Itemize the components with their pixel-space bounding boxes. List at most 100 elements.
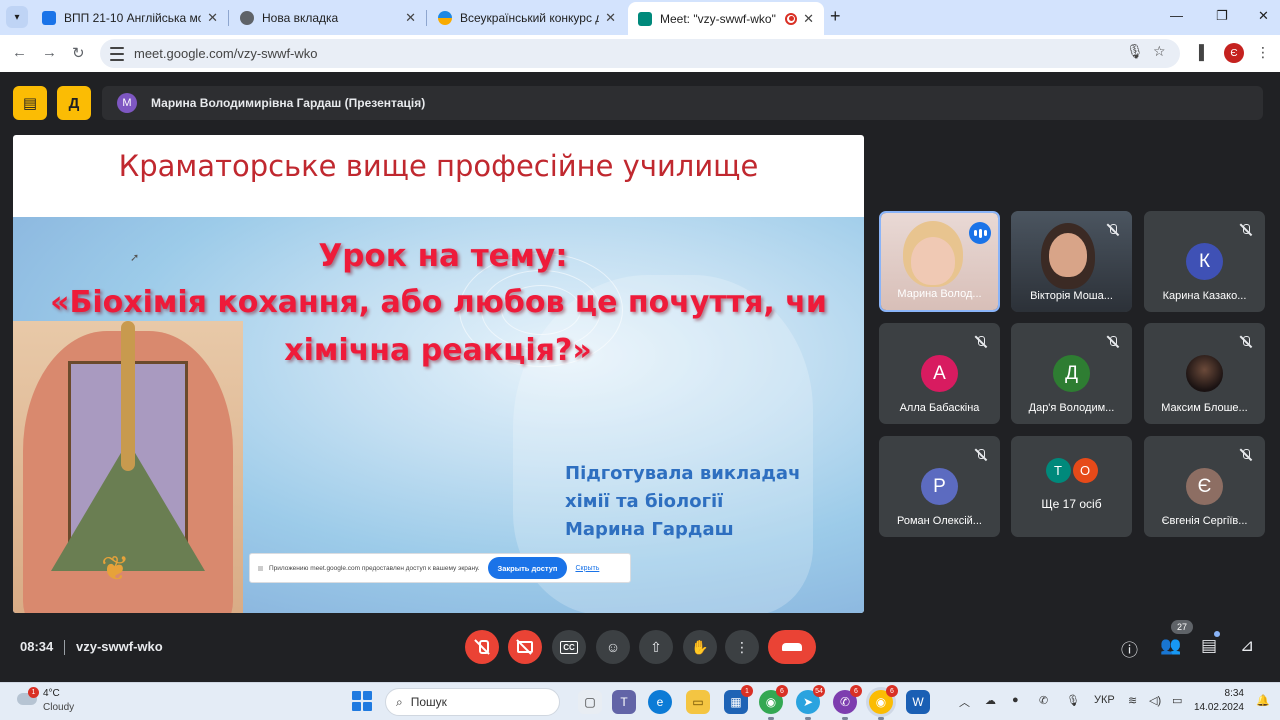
reactions-button[interactable]: ☺: [596, 630, 630, 664]
stop-presenting-icon[interactable]: ▤: [13, 86, 47, 120]
stop-sharing-button[interactable]: Закрыть доступ: [487, 557, 568, 579]
participant-tile[interactable]: Марина Волод...: [879, 211, 1000, 312]
participant-tile[interactable]: Д Дар'я Володим...: [1011, 323, 1132, 424]
close-icon[interactable]: ✕: [605, 10, 616, 26]
chrome-tray-icon[interactable]: ●: [1012, 694, 1019, 706]
tab-search-button[interactable]: ▾: [6, 6, 28, 28]
volume-icon[interactable]: ◁): [1149, 694, 1161, 707]
microphone-toggle[interactable]: [465, 630, 499, 664]
tab-new-tab[interactable]: Нова вкладка ✕: [230, 3, 426, 32]
participant-avatar: К: [1186, 243, 1223, 280]
more-vert-icon: ⋮: [735, 638, 749, 655]
participant-tile[interactable]: Є Євгенія Сергіїв...: [1144, 436, 1265, 537]
back-icon[interactable]: ←: [12, 44, 27, 61]
bookmark-star-icon[interactable]: ☆: [1153, 43, 1166, 60]
people-icon[interactable]: 👥: [1160, 636, 1181, 656]
leave-call-button[interactable]: [768, 630, 816, 664]
layout-icon[interactable]: Д: [57, 86, 91, 120]
mic-off-icon: [476, 639, 489, 655]
weather-temperature[interactable]: 4°C: [43, 688, 60, 699]
more-participants-label: Ще 17 осіб: [1041, 497, 1102, 511]
wifi-icon[interactable]: ≋: [1128, 694, 1137, 707]
close-window-icon[interactable]: ✕: [1258, 8, 1269, 24]
word-icon[interactable]: W: [906, 690, 930, 714]
chrome-active-icon[interactable]: ◉ 6: [869, 685, 898, 720]
presenter-avatar: М: [117, 93, 137, 113]
microphone-icon[interactable]: 🎙: [1126, 43, 1144, 60]
camera-off-icon: [517, 641, 533, 653]
telegram-icon[interactable]: ➤ 54: [796, 685, 825, 720]
activities-icon[interactable]: ⊿: [1240, 636, 1254, 656]
close-icon[interactable]: ✕: [803, 11, 814, 27]
battery-icon[interactable]: ▭: [1172, 694, 1182, 707]
tab-contest[interactable]: Всеукраїнський конкурс до М ✕: [428, 3, 626, 32]
edge-icon[interactable]: e: [648, 690, 672, 714]
address-bar[interactable]: meet.google.com/vzy-swwf-wko: [100, 39, 1180, 68]
system-time[interactable]: 8:34: [1196, 688, 1244, 699]
tab-meet[interactable]: Meet: "vzy-swwf-wko" ✕: [628, 2, 824, 35]
minimize-icon[interactable]: —: [1170, 8, 1183, 23]
participant-tile[interactable]: К Карина Казако...: [1144, 211, 1265, 312]
side-panel-icon[interactable]: ▐: [1194, 44, 1204, 60]
onedrive-icon[interactable]: ☁: [985, 694, 996, 707]
participant-tile[interactable]: Р Роман Олексій...: [879, 436, 1000, 537]
muted-mic-icon: [1106, 223, 1120, 237]
tab-divider: [426, 10, 427, 26]
participant-avatar: А: [921, 355, 958, 392]
chrome-icon[interactable]: ◉ 6: [759, 685, 788, 720]
site-settings-icon[interactable]: [110, 46, 124, 61]
muted-mic-icon: [1239, 223, 1253, 237]
tab-vpp-english[interactable]: ВПП 21-10 Англійська мова Лі ✕: [32, 3, 228, 32]
profile-avatar[interactable]: Є: [1224, 43, 1244, 63]
viber-tray-icon[interactable]: ✆: [1039, 694, 1048, 707]
teams-icon[interactable]: T: [612, 690, 636, 714]
present-button[interactable]: ⇧: [639, 630, 673, 664]
hide-notice-link[interactable]: Скрыть: [575, 565, 599, 572]
close-icon[interactable]: ✕: [405, 10, 416, 26]
mic-tray-icon[interactable]: 🎙: [1066, 694, 1080, 707]
app-icon[interactable]: ▦ 1: [724, 685, 753, 714]
meeting-code: vzy-swwf-wko: [76, 639, 163, 654]
taskbar-search[interactable]: ⌕ Пошук: [385, 688, 560, 716]
participant-avatar: Є: [1186, 468, 1223, 505]
google-classroom-icon: [42, 10, 56, 25]
weather-condition[interactable]: Cloudy: [43, 702, 74, 713]
more-participants-tile[interactable]: Т О Ще 17 осіб: [1011, 436, 1132, 537]
participant-name: Карина Казако...: [1162, 290, 1247, 302]
divider: [64, 640, 65, 655]
reload-icon[interactable]: ↻: [72, 44, 85, 62]
participant-photo: [1186, 355, 1223, 392]
browser-tabstrip: ▾ ВПП 21-10 Англійська мова Лі ✕ Нова вк…: [0, 0, 1280, 35]
participant-tile[interactable]: Вікторія Моша...: [1011, 211, 1132, 312]
system-date[interactable]: 14.02.2024: [1184, 702, 1244, 713]
presentation-bar: М Марина Володимирівна Гардаш (Презентац…: [102, 86, 1263, 120]
tray-chevron-icon[interactable]: ︿: [959, 694, 970, 710]
captions-button[interactable]: CC: [552, 630, 586, 664]
maximize-icon[interactable]: ❐: [1216, 8, 1228, 24]
forward-icon[interactable]: →: [42, 44, 57, 61]
notification-badge: 54: [813, 685, 825, 697]
start-button[interactable]: [352, 691, 372, 711]
viber-icon[interactable]: ✆ 6: [833, 685, 862, 720]
participant-avatar: Д: [1053, 355, 1090, 392]
chat-icon[interactable]: ▤: [1201, 636, 1217, 656]
notifications-icon[interactable]: 🔔: [1256, 694, 1270, 707]
notification-badge: 6: [886, 685, 898, 697]
more-options-button[interactable]: ⋮: [725, 630, 759, 664]
task-view-icon[interactable]: ▢: [578, 690, 602, 714]
close-icon[interactable]: ✕: [207, 10, 218, 26]
menu-dots-icon[interactable]: ⋮: [1256, 44, 1270, 61]
share-notice-text: Приложению meet.google.com предоставлен …: [269, 564, 480, 572]
camera-toggle[interactable]: [508, 630, 542, 664]
participant-tile[interactable]: А Алла Бабаскіна: [879, 323, 1000, 424]
participant-tile[interactable]: Максим Блоше...: [1144, 323, 1265, 424]
new-tab-button[interactable]: +: [830, 6, 841, 27]
notification-badge: 6: [776, 685, 788, 697]
notification-badge: 6: [850, 685, 862, 697]
raise-hand-button[interactable]: ✋: [683, 630, 717, 664]
presenter-label: Марина Володимирівна Гардаш (Презентація…: [151, 96, 426, 110]
info-icon[interactable]: ⓘ: [1121, 636, 1138, 661]
input-language[interactable]: УКР: [1094, 694, 1115, 706]
file-explorer-icon[interactable]: ▭: [686, 690, 710, 714]
present-screen-icon: ⇧: [650, 638, 662, 655]
